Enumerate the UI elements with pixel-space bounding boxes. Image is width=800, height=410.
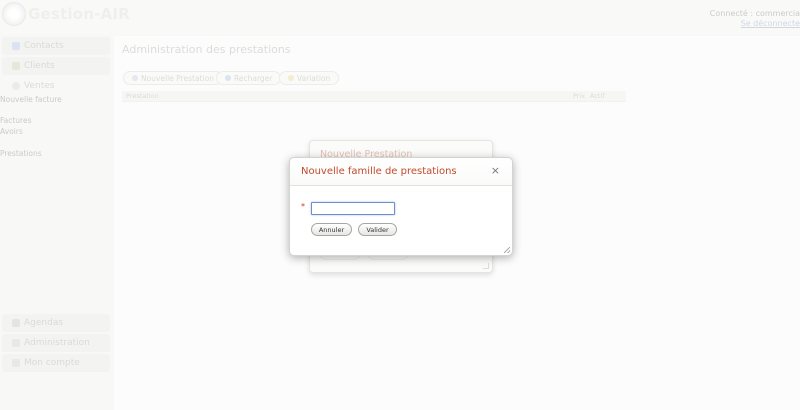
family-name-input[interactable] (311, 202, 395, 215)
resize-grip-icon[interactable] (504, 247, 510, 253)
close-icon[interactable]: × (491, 165, 500, 177)
required-marker: * (301, 202, 305, 211)
new-family-dialog: Nouvelle famille de prestations × * Annu… (289, 157, 513, 256)
dialog-title: Nouvelle famille de prestations (301, 166, 457, 177)
cancel-button[interactable]: Annuler (311, 223, 352, 236)
submit-button[interactable]: Valider (358, 223, 397, 236)
dialog-titlebar[interactable]: Nouvelle famille de prestations × (290, 158, 512, 186)
resize-grip-icon (483, 263, 489, 269)
